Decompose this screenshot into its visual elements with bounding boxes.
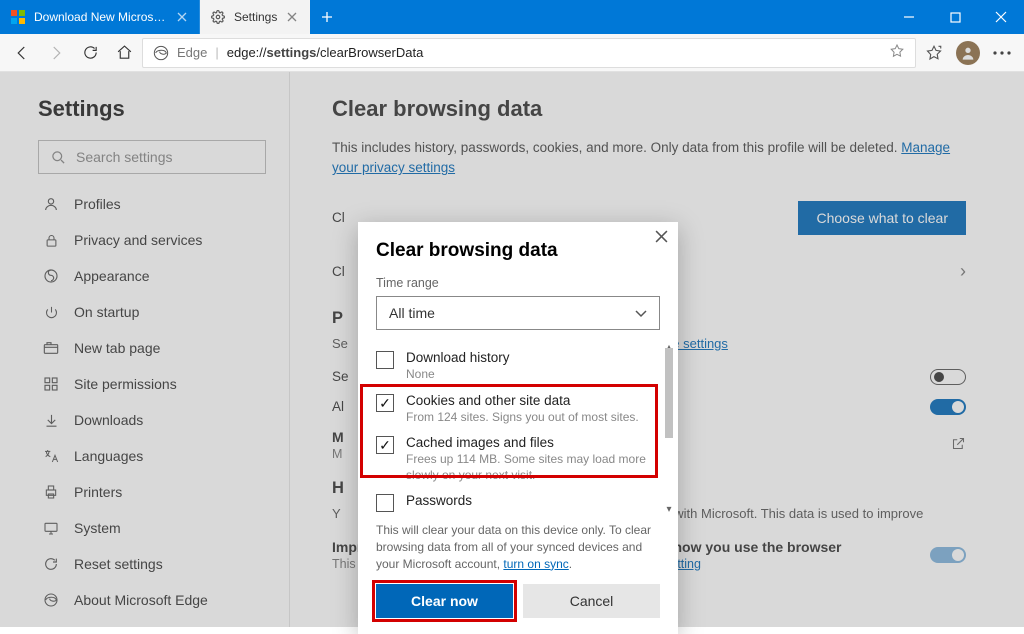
profile-avatar[interactable]	[956, 41, 980, 65]
scrollbar-thumb[interactable]	[665, 348, 673, 438]
more-menu-button[interactable]	[986, 37, 1018, 69]
window-maximize-button[interactable]	[932, 0, 978, 34]
checkbox-checked[interactable]	[376, 394, 394, 412]
checkbox[interactable]	[376, 351, 394, 369]
scroll-down-arrow[interactable]: ▾	[664, 504, 674, 512]
browser-tab[interactable]: Download New Microsoft Edge I	[0, 0, 200, 34]
clear-browsing-data-dialog: Clear browsing data Time range All time …	[358, 222, 678, 634]
edge-label: Edge	[177, 45, 207, 60]
home-button[interactable]	[108, 37, 140, 69]
option-subtitle: None	[406, 367, 510, 383]
window-minimize-button[interactable]	[886, 0, 932, 34]
option-subtitle: Frees up 114 MB. Some sites may load mor…	[406, 452, 660, 483]
refresh-button[interactable]	[74, 37, 106, 69]
browser-toolbar: Edge | edge://settings/clearBrowserData	[0, 34, 1024, 72]
dialog-note: This will clear your data on this device…	[358, 522, 678, 572]
tab-title: Download New Microsoft Edge I	[34, 10, 167, 24]
time-range-select[interactable]: All time	[376, 296, 660, 330]
scrollbar[interactable]: ▴ ▾	[662, 344, 676, 512]
settings-favicon	[210, 9, 226, 25]
chevron-down-icon	[635, 305, 647, 321]
url-text: edge://settings/clearBrowserData	[227, 45, 424, 60]
option-cached[interactable]: Cached images and files Frees up 114 MB.…	[358, 429, 678, 487]
back-button[interactable]	[6, 37, 38, 69]
select-value: All time	[389, 305, 435, 321]
clear-now-button[interactable]: Clear now	[376, 584, 513, 618]
option-subtitle: 10 passwords (for 10.1.2.158, google.com…	[406, 510, 660, 512]
time-range-label: Time range	[358, 276, 678, 296]
page-content: Settings Search settings Profiles Privac…	[0, 72, 1024, 627]
dialog-title: Clear browsing data	[358, 240, 678, 276]
option-subtitle: From 124 sites. Signs you out of most si…	[406, 410, 639, 426]
window-titlebar: Download New Microsoft Edge I Settings	[0, 0, 1024, 34]
checkbox[interactable]	[376, 494, 394, 512]
new-tab-button[interactable]	[310, 0, 344, 34]
browser-tab-active[interactable]: Settings	[200, 0, 310, 34]
favorites-button[interactable]	[918, 37, 950, 69]
checkbox-checked[interactable]	[376, 436, 394, 454]
dialog-close-button[interactable]	[655, 230, 668, 246]
option-download-history[interactable]: Download history None	[358, 344, 678, 387]
close-tab-icon[interactable]	[175, 10, 189, 24]
edge-icon	[153, 45, 169, 61]
address-bar[interactable]: Edge | edge://settings/clearBrowserData	[142, 38, 916, 68]
option-passwords[interactable]: Passwords 10 passwords (for 10.1.2.158, …	[358, 487, 678, 512]
option-title: Passwords	[406, 493, 660, 508]
options-scroll-area: Download history None Cookies and other …	[358, 344, 678, 512]
forward-button[interactable]	[40, 37, 72, 69]
option-title: Download history	[406, 350, 510, 365]
turn-on-sync-link[interactable]: turn on sync	[503, 557, 568, 571]
favorite-star-icon[interactable]	[889, 43, 905, 62]
option-title: Cached images and files	[406, 435, 660, 450]
option-title: Cookies and other site data	[406, 393, 639, 408]
cancel-button[interactable]: Cancel	[523, 584, 660, 618]
tab-title: Settings	[234, 10, 277, 24]
option-cookies[interactable]: Cookies and other site data From 124 sit…	[358, 387, 678, 430]
window-close-button[interactable]	[978, 0, 1024, 34]
separator: |	[215, 45, 218, 60]
close-tab-icon[interactable]	[285, 10, 299, 24]
windows-favicon	[10, 9, 26, 25]
